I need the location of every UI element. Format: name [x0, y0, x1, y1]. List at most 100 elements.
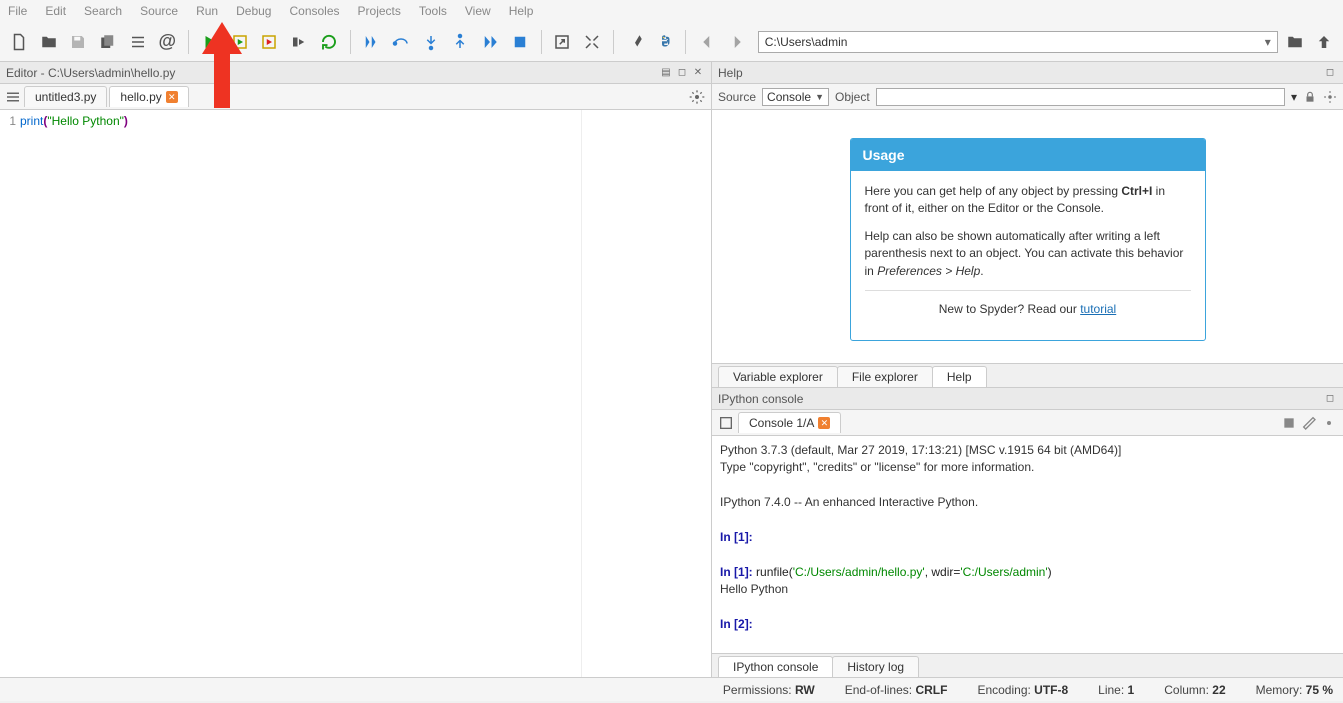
menu-tools[interactable]: Tools [419, 4, 447, 18]
help-bottom-tabs: Variable explorer File explorer Help [712, 363, 1343, 387]
gear-icon[interactable] [1321, 415, 1337, 431]
tab-history-log[interactable]: History log [832, 656, 919, 677]
menu-consoles[interactable]: Consoles [289, 4, 339, 18]
status-memory: Memory: 75 % [1256, 683, 1333, 697]
gear-icon[interactable] [1323, 90, 1337, 104]
help-toolbar: Source Console▼ Object ▾ [712, 84, 1343, 110]
usage-card: Usage Here you can get help of any objec… [850, 138, 1206, 341]
status-bar: Permissions: RW End-of-lines: CRLF Encod… [0, 677, 1343, 701]
open-file-icon[interactable] [36, 29, 62, 55]
tab-variable-explorer[interactable]: Variable explorer [718, 366, 838, 387]
tutorial-link[interactable]: tutorial [1080, 302, 1116, 316]
menu-debug[interactable]: Debug [236, 4, 271, 18]
menu-projects[interactable]: Projects [358, 4, 401, 18]
nav-forward-icon[interactable] [724, 29, 750, 55]
editor-pane: Editor - C:\Users\admin\hello.py ▤ ◻ ✕ u… [0, 62, 712, 677]
help-content: Usage Here you can get help of any objec… [712, 110, 1343, 363]
menu-source[interactable]: Source [140, 4, 178, 18]
console-pane-title: IPython console ◻ [712, 388, 1343, 410]
object-label: Object [835, 90, 870, 104]
tab-file-explorer[interactable]: File explorer [837, 366, 933, 387]
step-over-icon[interactable] [388, 29, 414, 55]
browse-dir-icon[interactable] [1282, 29, 1308, 55]
nav-back-icon[interactable] [694, 29, 720, 55]
pane-options-icon[interactable]: ▤ [659, 66, 673, 80]
lock-icon[interactable] [1303, 90, 1317, 104]
tab-list-icon[interactable] [718, 415, 734, 431]
close-tab-icon[interactable]: ✕ [818, 417, 830, 429]
console-tabs: Console 1/A✕ [712, 410, 1343, 436]
menu-file[interactable]: File [8, 4, 27, 18]
main-toolbar: @ C:\Users\admin ▾ [0, 22, 1343, 62]
help-pane-title: Help ◻ [712, 62, 1343, 84]
object-input[interactable] [876, 88, 1285, 106]
editor-pane-title: Editor - C:\Users\admin\hello.py ▤ ◻ ✕ [0, 62, 711, 84]
pane-undock-icon[interactable]: ◻ [675, 66, 689, 80]
code-line-1: print("Hello Python") [20, 114, 581, 128]
menu-view[interactable]: View [465, 4, 491, 18]
stop-console-icon[interactable] [1281, 415, 1297, 431]
working-dir-value: C:\Users\admin [765, 35, 848, 49]
status-encoding: Encoding: UTF-8 [977, 683, 1068, 697]
pane-undock-icon[interactable]: ◻ [1323, 66, 1337, 80]
menu-help[interactable]: Help [509, 4, 534, 18]
right-panel: Help ◻ Source Console▼ Object ▾ Usage He… [712, 62, 1343, 677]
step-into-icon[interactable] [418, 29, 444, 55]
menu-edit[interactable]: Edit [45, 4, 66, 18]
fullscreen-icon[interactable] [579, 29, 605, 55]
editor-tab-hello[interactable]: hello.py✕ [109, 86, 188, 107]
chevron-down-icon: ▾ [1265, 35, 1271, 49]
maximize-icon[interactable] [550, 29, 576, 55]
editor-title-text: Editor - C:\Users\admin\hello.py [6, 66, 175, 80]
chevron-down-icon: ▼ [815, 92, 824, 102]
menu-run[interactable]: Run [196, 4, 218, 18]
pane-close-icon[interactable]: ✕ [691, 66, 705, 80]
menu-search[interactable]: Search [84, 4, 122, 18]
run-cell-advance-icon[interactable] [256, 29, 282, 55]
usage-footer: New to Spyder? Read our tutorial [865, 290, 1191, 328]
editor-tabs: untitled3.py hello.py✕ [0, 84, 711, 110]
tab-ipython-console[interactable]: IPython console [718, 656, 833, 677]
clear-console-icon[interactable] [1301, 415, 1317, 431]
list-icon[interactable] [125, 29, 151, 55]
usage-para2: Help can also be shown automatically aft… [865, 228, 1191, 280]
preferences-icon[interactable] [622, 29, 648, 55]
code-editor[interactable]: 1 print("Hello Python") [0, 110, 711, 677]
pane-undock-icon[interactable]: ◻ [1323, 392, 1337, 406]
line-gutter: 1 [0, 110, 20, 677]
run-icon[interactable] [197, 29, 223, 55]
console-pane: IPython console ◻ Console 1/A✕ Python 3.… [712, 387, 1343, 677]
continue-icon[interactable] [477, 29, 503, 55]
status-eol: End-of-lines: CRLF [845, 683, 948, 697]
parent-dir-icon[interactable] [1311, 29, 1337, 55]
console-output[interactable]: Python 3.7.3 (default, Mar 27 2019, 17:1… [712, 436, 1343, 653]
usage-para1: Here you can get help of any object by p… [865, 183, 1191, 218]
python-path-icon[interactable] [652, 29, 678, 55]
menu-bar: File Edit Search Source Run Debug Consol… [0, 0, 1343, 22]
source-label: Source [718, 90, 756, 104]
tab-help[interactable]: Help [932, 366, 987, 387]
debug-icon[interactable] [359, 29, 385, 55]
editor-gear-icon[interactable] [689, 89, 705, 105]
run-cell-icon[interactable] [227, 29, 253, 55]
usage-header: Usage [851, 139, 1205, 171]
stop-icon[interactable] [507, 29, 533, 55]
source-combo[interactable]: Console▼ [762, 88, 829, 106]
at-icon[interactable]: @ [154, 29, 180, 55]
console-tab[interactable]: Console 1/A✕ [738, 412, 841, 433]
rerun-icon[interactable] [316, 29, 342, 55]
chevron-down-icon[interactable]: ▾ [1291, 90, 1297, 104]
status-line: Line: 1 [1098, 683, 1134, 697]
step-out-icon[interactable] [448, 29, 474, 55]
close-tab-icon[interactable]: ✕ [166, 91, 178, 103]
status-permissions: Permissions: RW [723, 683, 815, 697]
console-bottom-tabs: IPython console History log [712, 653, 1343, 677]
status-column: Column: 22 [1164, 683, 1225, 697]
editor-tab-untitled3[interactable]: untitled3.py [24, 86, 107, 107]
save-all-icon[interactable] [95, 29, 121, 55]
save-icon[interactable] [65, 29, 91, 55]
working-dir-combo[interactable]: C:\Users\admin ▾ [758, 31, 1278, 53]
run-selection-icon[interactable] [286, 29, 312, 55]
tab-list-icon[interactable] [4, 88, 22, 106]
new-file-icon[interactable] [6, 29, 32, 55]
